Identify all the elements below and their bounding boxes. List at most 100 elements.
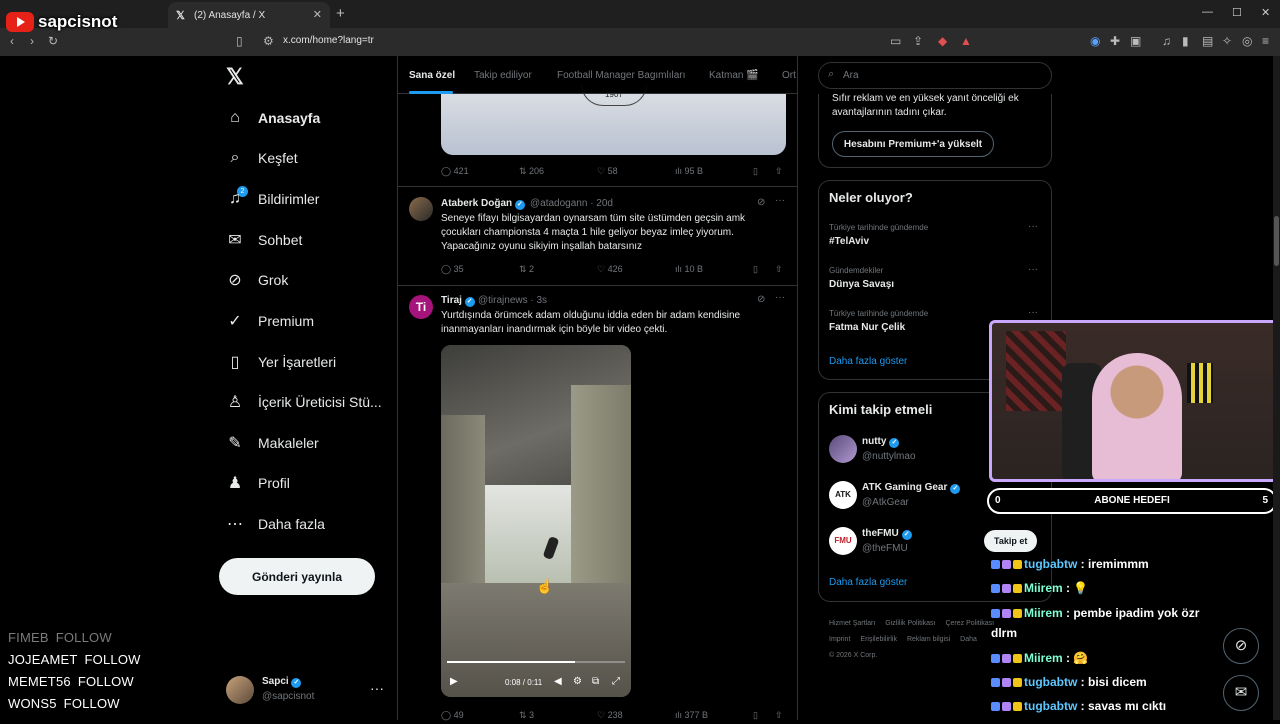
sidebar-item-1[interactable]: ⌕ Keşfet — [226, 143, 298, 173]
footer-link[interactable]: Gizlilik Politikası — [885, 620, 935, 627]
maximize-button[interactable]: ☐ — [1232, 6, 1242, 19]
sidebar-item-2[interactable]: ♫ Bildirimler — [226, 184, 319, 214]
follow-suggestion-name[interactable]: theFMU ✓ — [862, 528, 912, 540]
music-icon[interactable]: ♫ — [1162, 34, 1171, 48]
video-player[interactable]: ▶ 0:08 / 0:11 ◀ ⚙ ⧉ ⤢ — [441, 345, 631, 697]
footer-link[interactable]: © 2026 X Corp. — [829, 652, 877, 659]
trend-item[interactable]: Dünya Savaşı — [829, 279, 894, 290]
tweet-image[interactable]: 1907 — [441, 84, 786, 155]
sidebar-item-4[interactable]: ⊘ Grok — [226, 265, 288, 295]
bookmark-icon[interactable]: ▯ — [753, 710, 758, 721]
back-icon[interactable]: ‹ — [10, 34, 14, 48]
window-close-button[interactable]: ✕ — [1261, 6, 1270, 19]
sidebar-item-3[interactable]: ✉ Sohbet — [226, 225, 302, 255]
tweet-handle[interactable]: @atadogann · 20d — [530, 198, 613, 209]
new-tab-button[interactable]: + — [336, 5, 345, 22]
extensions-icon[interactable]: ✚ — [1110, 34, 1120, 48]
url-input[interactable]: x.com/home?lang=tr — [283, 35, 374, 46]
share-icon[interactable]: ⇪ — [913, 34, 923, 48]
browser-tab[interactable]: 𝕏 (2) Anasayfa / X ✕ — [168, 2, 330, 28]
menu-icon[interactable]: ≡ — [1262, 34, 1269, 48]
share-icon[interactable]: ⇧ — [775, 264, 783, 275]
sidebar-item-6[interactable]: ▯ Yer İşaretleri — [226, 347, 336, 377]
like-button[interactable]: ♡ 238 — [597, 710, 623, 721]
screenshot-icon[interactable]: ▣ — [1130, 34, 1141, 48]
sidebar-item-7[interactable]: ♙ İçerik Üreticisi Stü... — [226, 387, 382, 417]
shield-icon[interactable]: ◆ — [938, 34, 947, 48]
more-icon[interactable]: ··· — [775, 292, 785, 303]
bookmark-icon[interactable]: ▯ — [753, 166, 758, 177]
messages-fab-icon[interactable]: ✉ — [1223, 675, 1259, 711]
views-button[interactable]: ılı 95 B — [675, 166, 703, 176]
show-more-follow-link[interactable]: Daha fazla göster — [829, 577, 907, 588]
close-tab-icon[interactable]: ✕ — [313, 8, 322, 21]
rewards-icon[interactable]: ▲ — [960, 34, 972, 48]
repost-button[interactable]: ⇅ 2 — [519, 264, 534, 275]
video-progress[interactable] — [447, 661, 625, 663]
minimize-button[interactable]: — — [1202, 6, 1213, 18]
avatar[interactable]: ATK — [829, 481, 857, 509]
sidebar-item-0[interactable]: ⌂ Anasayfa — [226, 103, 320, 133]
settings-icon[interactable]: ⚙ — [573, 676, 582, 687]
show-more-trends-link[interactable]: Daha fazla göster — [829, 356, 907, 367]
forward-icon[interactable]: › — [30, 34, 34, 48]
tab-feed-1[interactable]: Takip ediliyor — [474, 70, 532, 81]
share-icon[interactable]: ⇧ — [775, 166, 783, 177]
more-icon[interactable]: ··· — [1028, 307, 1038, 318]
bookmark-page-icon[interactable]: ▯ — [236, 34, 243, 48]
avatar[interactable]: FMU — [829, 527, 857, 555]
tweet-handle[interactable]: @tirajnews · 3s — [478, 295, 547, 306]
audio-icon[interactable]: ◉ — [1090, 34, 1100, 48]
views-button[interactable]: ılı 10 B — [675, 264, 703, 274]
reply-button[interactable]: ◯ 49 — [441, 710, 464, 721]
footer-link[interactable]: Hizmet Şartları — [829, 620, 875, 627]
avatar[interactable] — [409, 197, 433, 221]
footer-link[interactable]: Çerez Politikası — [945, 620, 994, 627]
account-switcher[interactable]: Sapci ✓ @sapcisnot ··· — [226, 674, 386, 706]
scrollbar-thumb[interactable] — [1274, 216, 1279, 266]
tab-feed-0[interactable]: Sana özel — [409, 70, 455, 81]
grok-fab-icon[interactable]: ⊘ — [1223, 628, 1259, 664]
tweet-author[interactable]: Ataberk Doğan ✓ — [441, 198, 525, 210]
like-button[interactable]: ♡ 58 — [597, 166, 618, 177]
footer-link[interactable]: Imprint — [829, 636, 850, 643]
sidebar-item-10[interactable]: ⋯ Daha fazla — [226, 509, 325, 539]
reload-icon[interactable]: ↻ — [48, 34, 58, 48]
trend-item[interactable]: Fatma Nur Çelik — [829, 322, 905, 333]
trend-item[interactable]: #TelAviv — [829, 236, 869, 247]
fullscreen-icon[interactable]: ⤢ — [612, 676, 620, 687]
pip-icon[interactable]: ⧉ — [592, 676, 599, 687]
more-icon[interactable]: ··· — [370, 680, 384, 696]
footer-link[interactable]: Reklam bilgisi — [907, 636, 950, 643]
follow-suggestion-name[interactable]: nutty ✓ — [862, 436, 900, 448]
vpn-icon[interactable]: ◎ — [1242, 34, 1252, 48]
share-icon[interactable]: ⇧ — [775, 710, 783, 721]
x-logo-icon[interactable]: 𝕏 — [226, 64, 244, 90]
follow-button[interactable]: Takip et — [984, 530, 1038, 552]
scrollbar[interactable] — [1273, 56, 1280, 720]
wallet-icon[interactable]: ▤ — [1202, 34, 1213, 48]
views-button[interactable]: ılı 377 B — [675, 710, 708, 720]
cast-icon[interactable]: ▭ — [890, 34, 901, 48]
footer-link[interactable]: Daha — [960, 636, 977, 643]
grok-icon[interactable]: ⊘ — [757, 294, 765, 305]
sidebar-item-8[interactable]: ✎ Makaleler — [226, 428, 318, 458]
tiraj-logo-icon[interactable]: Ti — [409, 295, 433, 319]
like-button[interactable]: ♡ 426 — [597, 264, 623, 275]
tab-feed-4[interactable]: Ort — [782, 70, 796, 81]
upgrade-premium-button[interactable]: Hesabını Premium+'a yükselt — [832, 131, 994, 157]
sidebar-item-5[interactable]: ✓ Premium — [226, 306, 314, 336]
tab-feed-2[interactable]: Football Manager Bagımlıları — [557, 70, 685, 81]
follow-suggestion-name[interactable]: ATK Gaming Gear ✓ — [862, 482, 961, 494]
tweet-author[interactable]: Tiraj ✓ — [441, 295, 475, 307]
post-button[interactable]: Gönderi yayınla — [219, 558, 375, 595]
more-icon[interactable]: ··· — [775, 195, 785, 206]
ai-icon[interactable]: ✧ — [1222, 34, 1232, 48]
reply-button[interactable]: ◯ 421 — [441, 166, 469, 177]
avatar[interactable] — [829, 435, 857, 463]
repost-button[interactable]: ⇅ 3 — [519, 710, 534, 721]
grok-icon[interactable]: ⊘ — [757, 197, 765, 208]
footer-link[interactable]: Erişilebilirlik — [860, 636, 897, 643]
bookmark-icon[interactable]: ▯ — [753, 264, 758, 275]
tab-feed-3[interactable]: Katman 🎬 — [709, 70, 759, 81]
